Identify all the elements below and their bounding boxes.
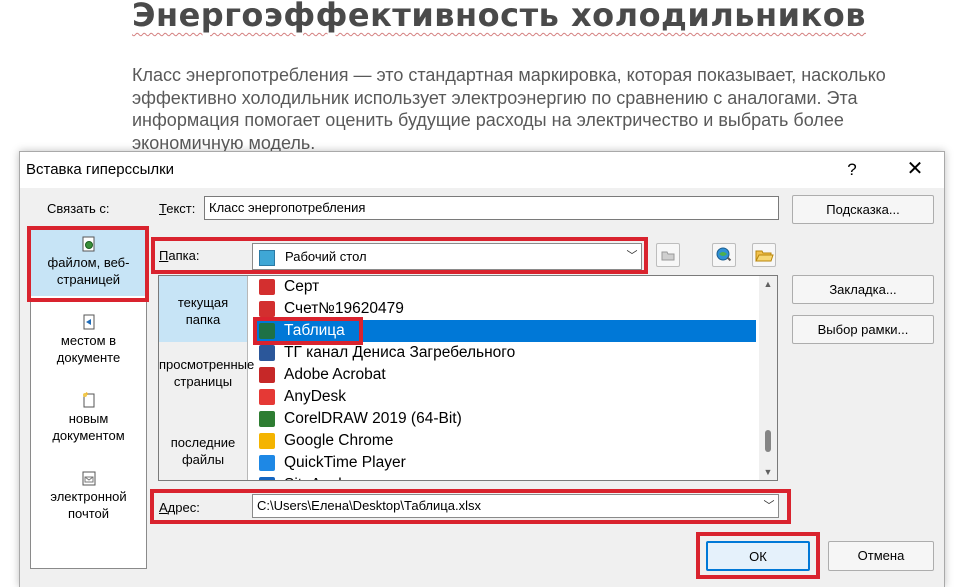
close-button[interactable]: ✕ — [900, 156, 930, 182]
file-list-item[interactable]: SiteAnalyzer — [256, 474, 756, 480]
source-label: текущая папка — [177, 295, 229, 327]
file-name: AnyDesk — [284, 388, 347, 405]
link-option-label: местом в документе — [56, 333, 121, 365]
link-option-new-document[interactable]: новым документом — [31, 386, 146, 450]
bookmark-button[interactable]: Закладка... — [792, 275, 934, 304]
scroll-down-arrow-icon[interactable]: ▼ — [759, 464, 777, 480]
document-paragraph: Класс энергопотребления — это стандартна… — [132, 65, 886, 153]
file-list-item[interactable]: QuickTime Player — [256, 452, 756, 474]
source-current-folder[interactable]: текущая папка — [159, 276, 247, 342]
file-list-item[interactable]: Adobe Acrobat — [256, 364, 756, 386]
link-option-email[interactable]: электронной почтой — [31, 464, 146, 528]
file-list-item[interactable]: ТГ канал Дениса Загребельного — [256, 342, 756, 364]
file-name: ТГ канал Дениса Загребельного — [284, 344, 516, 361]
email-icon — [82, 471, 95, 486]
file-list-item[interactable]: Серт — [256, 276, 756, 298]
ok-button[interactable]: ОК — [706, 541, 810, 571]
anydesk-shortcut-icon — [259, 389, 275, 405]
quicktime-shortcut-icon — [259, 455, 275, 471]
browse-file-button[interactable] — [752, 243, 776, 267]
acrobat-shortcut-icon — [259, 367, 275, 383]
address-value: C:\Users\Елена\Desktop\Таблица.xlsx — [257, 498, 481, 513]
browse-web-button[interactable] — [712, 243, 736, 267]
folder-value: Рабочий стол — [285, 249, 367, 264]
browse-sources: текущая папка просмотренные страницы пос… — [159, 276, 254, 480]
pdf-icon — [259, 301, 275, 317]
file-name: Счет№19620479 — [284, 300, 404, 317]
excel-icon — [259, 323, 275, 339]
file-list-item[interactable]: AnyDesk — [256, 386, 756, 408]
file-list-item[interactable]: Google Chrome — [256, 430, 756, 452]
address-label: Адрес: — [159, 500, 200, 515]
link-option-file-web-page[interactable]: файлом, веб-страницей — [31, 230, 146, 296]
file-list-item[interactable]: Таблица — [256, 320, 756, 342]
desktop-icon — [259, 250, 275, 266]
file-list-scrollbar[interactable]: ▲ ▼ — [759, 276, 777, 480]
file-list-item[interactable]: Счет№19620479 — [256, 298, 756, 320]
file-name: Таблица — [284, 322, 345, 339]
open-folder-icon — [755, 250, 774, 262]
source-browsed-pages[interactable]: просмотренные страницы — [159, 348, 254, 416]
up-folder-icon — [661, 251, 675, 261]
file-list-item[interactable]: CorelDRAW 2019 (64-Bit) — [256, 408, 756, 430]
link-option-label: файлом, веб-страницей — [47, 255, 130, 287]
up-folder-button[interactable] — [656, 243, 680, 267]
help-button[interactable]: ? — [840, 158, 864, 182]
file-list: Серт Счет№19620479 Таблица ТГ канал Дениса … — [256, 276, 756, 480]
dialog-title: Вставка гиперссылки — [26, 161, 175, 178]
document-title: Энергоэффективность холодильников — [132, 0, 866, 34]
chevron-down-icon[interactable]: ﹀ — [623, 244, 641, 269]
file-name: QuickTime Player — [284, 454, 406, 471]
tooltip-button[interactable]: Подсказка... — [792, 195, 934, 224]
place-in-document-icon — [83, 314, 94, 330]
scroll-up-arrow-icon[interactable]: ▲ — [759, 276, 777, 292]
file-name: Серт — [284, 278, 320, 295]
chrome-shortcut-icon — [259, 433, 275, 449]
text-label: Текст: — [159, 201, 196, 216]
text-input[interactable]: Класс энергопотребления — [204, 196, 779, 220]
select-frame-button[interactable]: Выбор рамки... — [792, 315, 934, 344]
file-browser-panel: текущая папка просмотренные страницы пос… — [158, 275, 778, 481]
folder-select[interactable]: Рабочий стол ﹀ — [252, 243, 642, 270]
scrollbar-thumb[interactable] — [765, 430, 771, 452]
siteanalyzer-shortcut-icon — [259, 477, 275, 480]
link-option-label: новым документом — [52, 411, 125, 443]
address-input[interactable]: C:\Users\Елена\Desktop\Таблица.xlsx ﹀ — [252, 494, 779, 518]
source-label: просмотренные страницы — [159, 357, 255, 389]
coreldraw-shortcut-icon — [259, 411, 275, 427]
link-option-label: электронной почтой — [50, 489, 127, 521]
folder-label: Папка: — [159, 248, 200, 263]
link-option-place-in-document[interactable]: местом в документе — [31, 308, 146, 372]
web-page-icon — [82, 236, 94, 252]
link-to-bar: файлом, веб-страницей местом в документе… — [30, 227, 147, 569]
insert-hyperlink-dialog: Вставка гиперссылки ? ✕ Связать с: Текст… — [19, 151, 945, 587]
file-name: CorelDRAW 2019 (64-Bit) — [284, 410, 462, 427]
file-name: SiteAnalyzer — [284, 476, 371, 480]
file-name: Google Chrome — [284, 432, 394, 449]
cancel-button[interactable]: Отмена — [828, 541, 934, 571]
link-to-label: Связать с: — [47, 201, 110, 216]
source-recent-files[interactable]: последние файлы — [159, 424, 247, 478]
word-icon — [259, 345, 275, 361]
file-name: Adobe Acrobat — [284, 366, 386, 383]
source-label: последние файлы — [170, 435, 236, 467]
browse-web-icon — [716, 247, 732, 262]
dialog-titlebar: Вставка гиперссылки ? ✕ — [20, 152, 944, 188]
new-document-icon — [82, 392, 94, 408]
chevron-down-icon[interactable]: ﹀ — [760, 495, 778, 517]
pdf-icon — [259, 279, 275, 295]
